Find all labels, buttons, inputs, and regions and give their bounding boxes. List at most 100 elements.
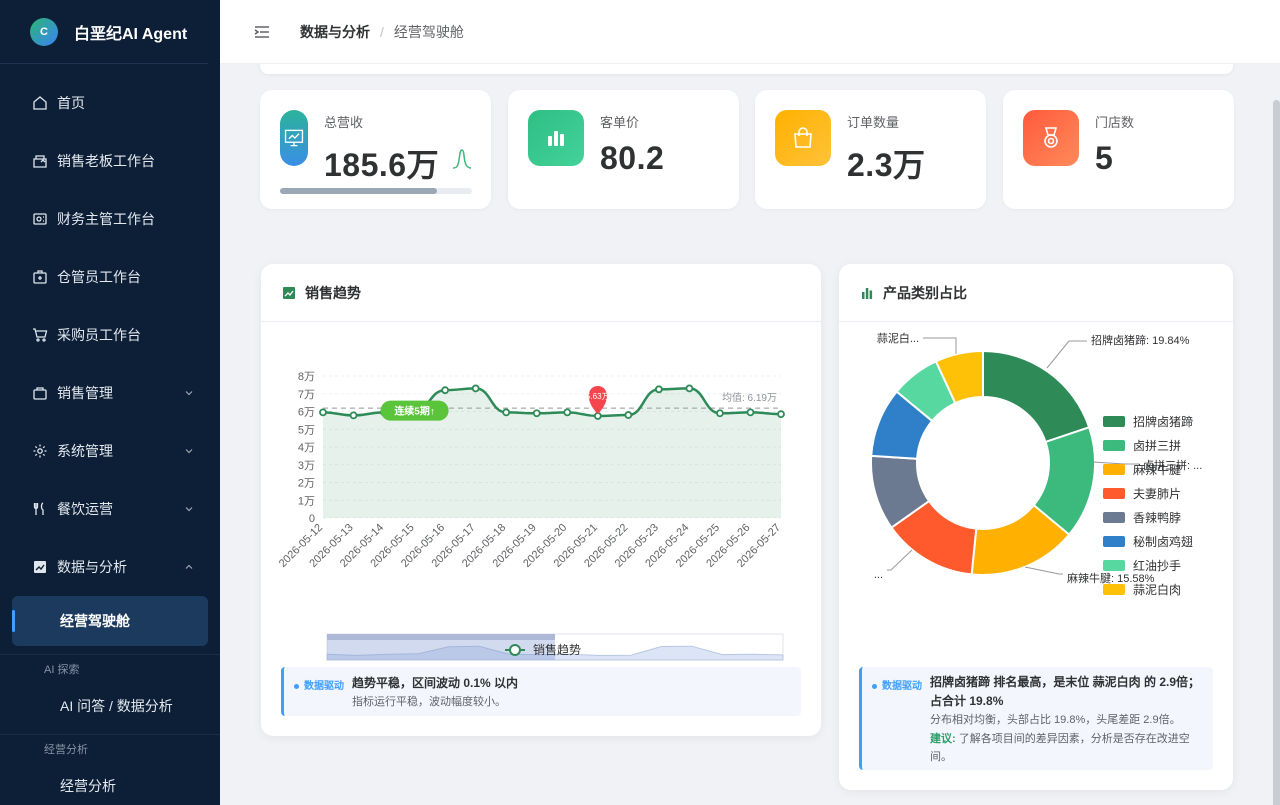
stat-card-stores: 门店数 5	[1003, 90, 1234, 209]
app-logo: C	[30, 17, 58, 46]
legend-item[interactable]: 红油抄手	[1103, 553, 1193, 577]
legend-item[interactable]: 香辣鸭脖	[1103, 505, 1193, 529]
legend-label: 销售趋势	[533, 642, 581, 657]
revenue-progress-track	[280, 188, 472, 194]
store-icon	[33, 155, 47, 168]
data-point	[716, 409, 724, 418]
sidebar-item-sales-mgmt[interactable]: 销售管理	[0, 364, 220, 422]
sparkline-icon	[452, 149, 472, 169]
sidebar-subitem-ai-qa[interactable]: AI 问答 / 数据分析	[0, 684, 220, 728]
top-card-edge	[260, 64, 1233, 74]
legend-item[interactable]: 招牌卤猪蹄	[1103, 409, 1193, 433]
legend-item[interactable]: 麻辣牛腱	[1103, 457, 1193, 481]
insight-suggestion: 建议: 了解各项目间的差异因素，分析是否存在改进空间。	[930, 730, 1210, 766]
sidebar-item-purchase[interactable]: 采购员工作台	[0, 306, 220, 364]
sidebar-item-sales-boss[interactable]: 销售老板工作台	[0, 132, 220, 190]
pie-label-line	[887, 549, 913, 571]
data-point	[532, 409, 541, 418]
sales-trend-card: 销售趋势 0 1万 2万 3万 4万 5万 6万 7万 8万 均值: 6.19万 连续5期↑ 5.63…	[261, 264, 821, 736]
avg-price-icon-box	[528, 110, 584, 166]
card-title: 销售趋势	[305, 284, 361, 301]
legend-swatch	[1103, 487, 1125, 499]
legend-item[interactable]: 蒜泥白肉	[1103, 577, 1193, 601]
pie-slice	[982, 349, 1091, 444]
legend-swatch	[1103, 511, 1125, 523]
chart-icon	[34, 561, 46, 573]
orders-icon-box	[775, 110, 831, 166]
data-point	[685, 384, 694, 393]
legend-swatch	[1103, 463, 1125, 475]
data-point	[624, 411, 633, 419]
data-point	[563, 408, 572, 417]
data-point	[441, 386, 450, 395]
legend-label: 秘制卤鸡翅	[1133, 534, 1194, 549]
sidebar-item-label: 仓管员工作台	[57, 269, 141, 285]
page-scrollbar[interactable]	[1273, 100, 1280, 805]
stat-value: 80.2	[600, 140, 665, 176]
legend-swatch	[1103, 439, 1125, 451]
card-header: 销售趋势	[261, 264, 821, 322]
pie-label: 招牌卤猪蹄: 19.84%	[1091, 333, 1190, 347]
menu-fold-icon[interactable]	[252, 22, 272, 42]
legend-swatch	[1103, 559, 1125, 571]
sidebar-item-data-analysis[interactable]: 数据与分析	[0, 538, 220, 596]
data-point	[746, 408, 755, 417]
card-header: 产品类别占比	[839, 264, 1233, 322]
sidebar-item-finance[interactable]: 财务主管工作台	[0, 190, 220, 248]
trend-badge-label: 连续5期↑	[394, 405, 435, 418]
y-tick-label: 8万	[298, 371, 315, 383]
fork-knife-icon	[33, 502, 44, 515]
legend-label: 香辣鸭脖	[1133, 510, 1182, 525]
group-title-biz: 经营分析	[0, 734, 220, 764]
pie-legend: 招牌卤猪蹄卤拼三拼麻辣牛腱夫妻肺片香辣鸭脖秘制卤鸡翅红油抄手 蒜泥白肉	[1103, 409, 1193, 601]
breadcrumb-separator: /	[380, 23, 384, 40]
stat-card-revenue: 总营收 185.6万	[260, 90, 491, 209]
sales-insight: 数据驱动 趋势平稳，区间波动 0.1% 以内 指标运行平稳，波动幅度较小。	[281, 667, 801, 716]
legend-label: 卤拼三拼	[1133, 438, 1182, 453]
sidebar-item-label: 系统管理	[57, 443, 113, 459]
stat-label: 总营收	[324, 115, 364, 130]
data-point	[654, 385, 663, 394]
insight-sub: 分布相对均衡，头部占比 19.8%，头尾差距 2.9倍。	[930, 714, 1181, 726]
pie-label: ...	[874, 569, 883, 581]
sidebar-item-warehouse[interactable]: 仓管员工作台	[0, 248, 220, 306]
sidebar-subitem-dashboard[interactable]: 经营驾驶舱	[12, 596, 208, 646]
sidebar-item-label: 数据与分析	[57, 559, 127, 575]
insight-tag: 数据驱动	[294, 677, 344, 692]
legend-label: 夫妻肺片	[1133, 486, 1182, 501]
sidebar-item-label: 财务主管工作台	[57, 211, 155, 227]
pie-label: 蒜泥白...	[877, 331, 919, 345]
suggest-label: 建议:	[930, 733, 956, 745]
product-category-card: 产品类别占比 招牌卤猪蹄: 19.84% 卤拼三拼: ... 麻辣牛腱: 15.58…	[839, 264, 1233, 790]
group-title-ai: AI 探索	[0, 654, 220, 684]
y-tick-label: 5万	[298, 424, 315, 436]
stat-label: 订单数量	[847, 115, 900, 130]
app-name: 白垩纪AI Agent	[74, 25, 188, 43]
sales-trend-chart[interactable]: 01万2万3万4万5万6万7万8万均值: 6.19万连续5期↑5.63万2026…	[261, 364, 821, 704]
presentation-chart-icon	[284, 129, 304, 147]
data-point	[502, 408, 511, 417]
legend-item[interactable]: 卤拼三拼	[1103, 433, 1193, 457]
legend-item[interactable]: 秘制卤鸡翅	[1103, 529, 1193, 553]
insight-main: 招牌卤猪蹄 排名最高，是末位 蒜泥白肉 的 2.9倍；占合计 19.8%	[930, 675, 1201, 708]
pie-label-line	[1046, 340, 1087, 369]
bar-chart-icon	[548, 131, 564, 146]
sidebar-item-label: 首页	[57, 95, 85, 111]
warehouse-icon	[33, 270, 47, 284]
sidebar-subitem-biz-analysis[interactable]: 经营分析	[0, 764, 220, 805]
brand[interactable]: C 白垩纪AI Agent	[0, 0, 208, 64]
sidebar-item-home[interactable]: 首页	[0, 74, 220, 132]
legend-item[interactable]: 夫妻肺片	[1103, 481, 1193, 505]
legend-swatch	[1103, 583, 1125, 595]
sidebar-item-system[interactable]: 系统管理	[0, 422, 220, 480]
bar-chart-icon	[862, 287, 873, 299]
cart-icon	[33, 328, 48, 342]
legend-swatch	[1103, 415, 1125, 427]
breadcrumb-parent[interactable]: 数据与分析	[300, 22, 370, 42]
revenue-icon-box	[280, 110, 308, 166]
insight-tag: 数据驱动	[872, 677, 922, 692]
line-chart-icon	[283, 286, 295, 299]
stat-card-orders: 订单数量 2.3万	[755, 90, 986, 209]
sidebar-item-catering[interactable]: 餐饮运营	[0, 480, 220, 538]
y-tick-label: 3万	[298, 460, 315, 472]
